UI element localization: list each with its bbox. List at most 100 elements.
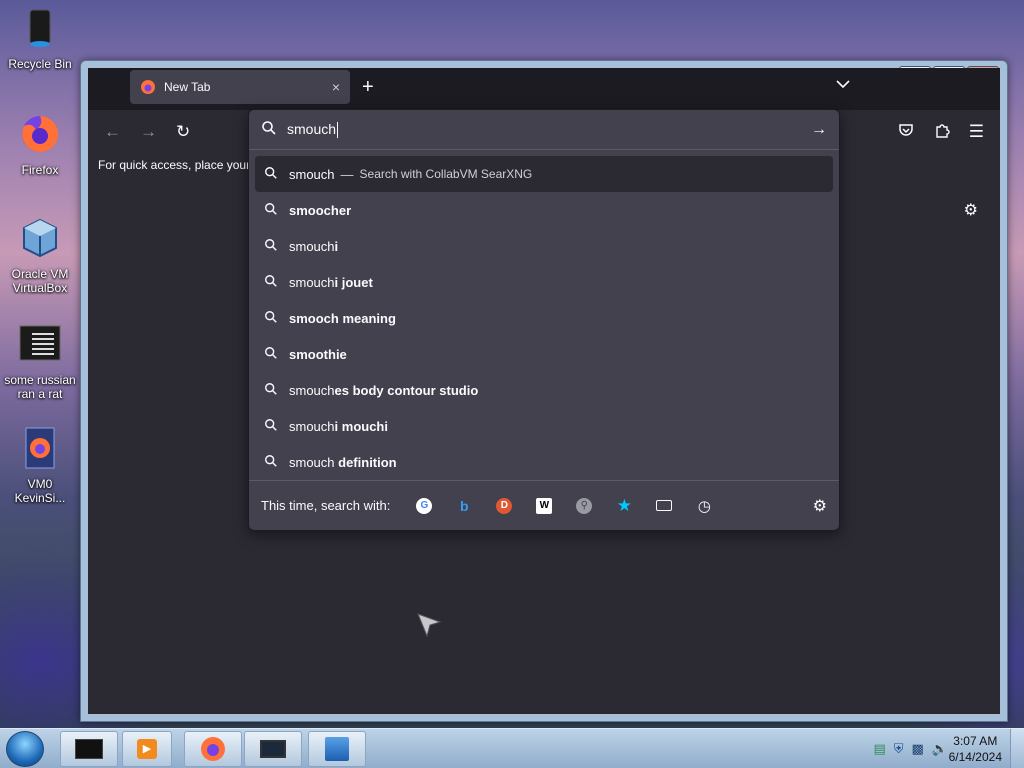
list-all-tabs-button[interactable] bbox=[836, 76, 850, 92]
taskbar-app-terminal[interactable] bbox=[60, 731, 118, 767]
suggestion-row[interactable]: smouch — Search with CollabVM SearXNG bbox=[255, 156, 833, 192]
new-tab-settings-button[interactable]: ⚙ bbox=[964, 200, 978, 220]
terminal-icon bbox=[75, 739, 103, 759]
suggestion-action-text: Search with CollabVM SearXNG bbox=[359, 167, 533, 181]
building-icon bbox=[325, 737, 349, 761]
one-off-label: This time, search with: bbox=[261, 498, 391, 513]
reload-button[interactable]: ↻ bbox=[176, 122, 190, 142]
network-tray-icon[interactable]: ▤ bbox=[873, 741, 885, 757]
security-tray-icon[interactable]: ⛨ bbox=[894, 741, 904, 757]
url-input[interactable]: smouch bbox=[287, 121, 811, 139]
searxng-engine-button[interactable]: ⚲ bbox=[564, 493, 604, 519]
volume-tray-icon[interactable]: 🔈 bbox=[932, 741, 948, 757]
bing-engine-button[interactable]: b bbox=[444, 493, 484, 519]
searxng-icon: ⚲ bbox=[576, 497, 593, 514]
desktop-icon-label: some russian ran a rat bbox=[4, 373, 76, 401]
google-engine-button[interactable]: G bbox=[404, 493, 444, 519]
tab-title: New Tab bbox=[164, 80, 211, 94]
suggestion-row[interactable]: smooch meaning bbox=[255, 300, 833, 336]
suggestion-row[interactable]: smouch i jouet bbox=[255, 264, 833, 300]
suggestion-text: smouch bbox=[289, 166, 335, 182]
separator-dash: — bbox=[340, 166, 354, 182]
forward-button[interactable]: → bbox=[140, 122, 157, 142]
desktop-icon-label: Oracle VM VirtualBox bbox=[11, 267, 69, 295]
bookmarks-hint-text: For quick access, place your bbox=[98, 158, 251, 172]
tab-strip: New Tab × + bbox=[88, 68, 1000, 110]
search-icon bbox=[263, 382, 279, 399]
search-icon bbox=[263, 310, 279, 327]
virtualbox-icon bbox=[23, 218, 57, 258]
taskbar-app-firefox[interactable] bbox=[184, 731, 242, 767]
search-settings-button[interactable]: ⚙ bbox=[813, 496, 827, 516]
tabs-search-button[interactable] bbox=[644, 493, 684, 519]
tab-close-icon[interactable]: × bbox=[332, 79, 340, 95]
system-tray: ▤ ⛨ ▩ 🔈 bbox=[873, 741, 948, 757]
back-button[interactable]: ← bbox=[104, 122, 121, 142]
search-icon bbox=[261, 120, 277, 139]
text-caret bbox=[337, 122, 339, 139]
suggestion-text-bold: i mouchi bbox=[334, 418, 388, 434]
puzzle-piece-icon bbox=[936, 124, 950, 138]
suggestion-row[interactable]: smouch es body contour studio bbox=[255, 372, 833, 408]
search-icon bbox=[263, 238, 279, 255]
chevron-down-icon bbox=[836, 80, 850, 89]
pocket-button[interactable] bbox=[898, 122, 914, 143]
desktop-icon-text-file[interactable]: some russian ran a rat bbox=[2, 322, 78, 401]
taskbar: ▶ ▤ ⛨ ▩ 🔈 3:07 AM 6/14/2024 bbox=[0, 728, 1024, 768]
new-tab-button[interactable]: + bbox=[362, 76, 374, 99]
taskbar-app-virtualbox[interactable] bbox=[244, 731, 302, 767]
firefox-icon bbox=[201, 737, 225, 761]
taskbar-clock[interactable]: 3:07 AM 6/14/2024 bbox=[949, 733, 1002, 765]
display-tray-icon[interactable]: ▩ bbox=[912, 741, 924, 757]
suggestion-text-bold: smooch meaning bbox=[289, 310, 396, 326]
tab-new-tab[interactable]: New Tab × bbox=[130, 70, 350, 104]
star-icon: ★ bbox=[616, 495, 632, 515]
wikipedia-engine-button[interactable]: W bbox=[524, 493, 564, 519]
suggestion-text: smouch bbox=[289, 418, 335, 434]
firefox-icon bbox=[22, 115, 59, 152]
taskbar-app-media[interactable]: ▶ bbox=[122, 731, 172, 767]
suggestion-row[interactable]: smouch i bbox=[255, 228, 833, 264]
google-icon: G bbox=[416, 497, 433, 514]
desktop-icon-recycle-bin[interactable]: Recycle Bin bbox=[2, 6, 78, 71]
clock-icon: ◷ bbox=[697, 497, 711, 515]
desktop-icon-label: VM0 KevinSi... bbox=[14, 477, 66, 505]
search-icon bbox=[263, 346, 279, 363]
firefox-shortcut-icon bbox=[25, 427, 55, 469]
app-menu-button[interactable]: ☰ bbox=[969, 122, 984, 142]
suggestion-row[interactable]: smoocher bbox=[255, 192, 833, 228]
suggestion-row[interactable]: smouch definition bbox=[255, 444, 833, 480]
start-button[interactable] bbox=[6, 731, 44, 767]
extensions-button[interactable] bbox=[934, 122, 950, 143]
search-icon bbox=[263, 166, 279, 183]
search-icon bbox=[263, 202, 279, 219]
show-desktop-button[interactable] bbox=[1010, 729, 1024, 768]
suggestion-text-bold: i jouet bbox=[334, 274, 373, 290]
bookmarks-search-button[interactable]: ★ bbox=[604, 493, 644, 519]
history-search-button[interactable]: ◷ bbox=[684, 493, 724, 519]
duckduckgo-engine-button[interactable]: D bbox=[484, 493, 524, 519]
taskbar-app-explorer[interactable] bbox=[308, 731, 366, 767]
suggestion-row[interactable]: smouch i mouchi bbox=[255, 408, 833, 444]
suggestion-text-bold: definition bbox=[338, 454, 397, 470]
duckduckgo-icon: D bbox=[496, 497, 513, 514]
desktop-icon-label: Recycle Bin bbox=[8, 57, 72, 71]
suggestion-text: smouch bbox=[289, 454, 339, 470]
desktop-icon-label: Firefox bbox=[21, 163, 59, 177]
suggestion-row[interactable]: smoothie bbox=[255, 336, 833, 372]
desktop-icon-virtualbox[interactable]: Oracle VM VirtualBox bbox=[2, 216, 78, 295]
desktop-icon-vm0[interactable]: VM0 KevinSi... bbox=[2, 426, 78, 505]
gear-icon: ⚙ bbox=[812, 497, 827, 515]
firefox-favicon-icon bbox=[141, 80, 155, 94]
suggestion-list: smouch — Search with CollabVM SearXNG sm… bbox=[255, 156, 833, 480]
desktop-icon-firefox[interactable]: Firefox bbox=[2, 112, 78, 177]
go-arrow-button[interactable]: → bbox=[811, 121, 827, 139]
clock-time: 3:07 AM bbox=[953, 734, 998, 748]
suggestion-text-bold: smoothie bbox=[289, 346, 347, 362]
clock-date: 6/14/2024 bbox=[948, 750, 1002, 764]
text-file-icon bbox=[19, 325, 61, 361]
suggestion-text: smouch bbox=[289, 238, 335, 254]
urlbar-dropdown: smouch → smouch — Search with CollabVM S… bbox=[248, 109, 840, 531]
suggestion-text: smouch bbox=[289, 382, 335, 398]
monitor-icon bbox=[260, 740, 286, 758]
